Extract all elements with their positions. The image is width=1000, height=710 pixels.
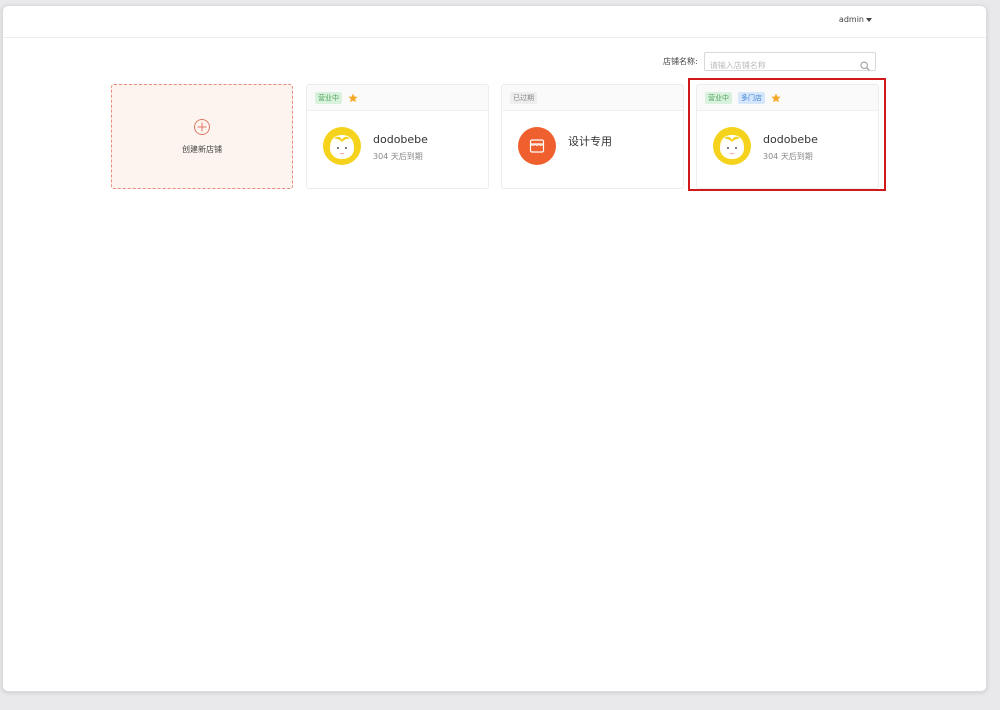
search-label: 店铺名称: [663,57,698,66]
top-bar: admin [3,6,986,38]
search-icon[interactable] [860,56,870,75]
store-icon [518,127,556,165]
store-name: 设计专用 [568,135,612,148]
star-icon[interactable] [771,88,781,107]
store-search: 店铺名称: [663,52,876,74]
baby-face-icon [323,127,361,165]
status-badge: 已过期 [510,91,537,104]
store-card-header: 已过期 [502,85,683,111]
store-card[interactable]: 已过期 设计专用 [501,84,684,189]
store-card[interactable]: 营业中 dodobebe 304 天后到期 [306,84,489,189]
search-box [703,52,876,74]
app-window: admin 店铺名称: 创建新店铺 营业中 [2,5,987,692]
plus-circle-icon [193,118,211,140]
store-card[interactable]: 营业中 多门店 dodobebe 304 天后到期 [696,84,879,189]
store-card-body: dodobebe 304 天后到期 [697,111,878,188]
store-expiry: 304 天后到期 [763,152,813,161]
store-card-header: 营业中 多门店 [697,85,878,111]
store-card-header: 营业中 [307,85,488,111]
star-icon[interactable] [348,88,358,107]
store-name: dodobebe [373,133,428,146]
search-input[interactable] [704,57,850,74]
multi-store-badge: 多门店 [738,91,765,104]
create-store-label: 创建新店铺 [182,145,222,154]
status-badge: 营业中 [705,91,732,104]
store-name: dodobebe [763,133,818,146]
create-store-card[interactable]: 创建新店铺 [111,84,293,189]
store-card-body: 设计专用 [502,111,683,188]
store-card-body: dodobebe 304 天后到期 [307,111,488,188]
baby-face-icon [713,127,751,165]
caret-down-icon [866,17,872,22]
user-name: admin [838,15,864,24]
store-expiry: 304 天后到期 [373,152,423,161]
user-menu[interactable]: admin [839,15,872,24]
status-badge: 营业中 [315,91,342,104]
